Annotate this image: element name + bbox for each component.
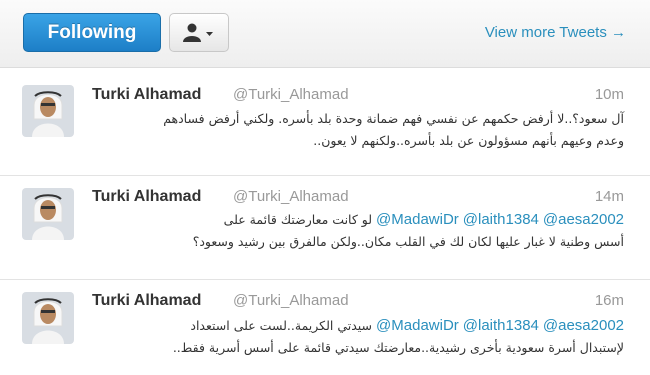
tweet-text-line: @MadawiDr @laith1384 @aesa2002 سيدتي الك… (94, 315, 624, 337)
mention-link[interactable]: @aesa2002 (543, 317, 624, 334)
tweet-timestamp[interactable]: 10m (595, 86, 624, 103)
tweet-text-segment: لو كانت معارضتك قائمة على (223, 212, 373, 227)
tweet-text-line: أسس وطنية لا غبار عليها لكان لك في القلب… (192, 234, 624, 249)
avatar[interactable] (22, 188, 74, 240)
profile-header-bar: Following View more Tweets → (0, 0, 650, 68)
tweet-author-name[interactable]: Turki Alhamad (92, 86, 201, 104)
mention-link[interactable]: @aesa2002 (543, 211, 624, 228)
tweet-author-handle[interactable]: @Turki_Alhamad (233, 292, 349, 309)
tweet-item[interactable]: Turki Alhamad @Turki_Alhamad 16m @Madawi… (0, 280, 650, 375)
tweet-author-name[interactable]: Turki Alhamad (92, 188, 201, 206)
avatar[interactable] (22, 85, 74, 137)
mention-link[interactable]: @MadawiDr (376, 211, 459, 228)
view-more-tweets-link[interactable]: View more Tweets → (485, 24, 626, 41)
tweet-text: @MadawiDr @laith1384 @aesa2002 لو كانت م… (94, 209, 624, 253)
tweet-text-line: آل سعود؟..لا أرفض حكمهم عن نفسي فهم ضمان… (163, 111, 624, 126)
tweet-text-segment: سيدتي الكريمة..لست على استعداد (190, 318, 373, 333)
tweet-item[interactable]: Turki Alhamad @Turki_Alhamad 10m آل سعود… (0, 68, 650, 176)
tweet-text: آل سعود؟..لا أرفض حكمهم عن نفسي فهم ضمان… (94, 108, 624, 152)
following-button[interactable]: Following (23, 13, 161, 52)
tweet-author-handle[interactable]: @Turki_Alhamad (233, 188, 349, 205)
tweet-item[interactable]: Turki Alhamad @Turki_Alhamad 14m @Madawi… (0, 176, 650, 280)
tweet-text-line: وعدم وعيهم بأنهم مسؤولون عن بلد بأسره..و… (313, 133, 624, 148)
mention-link[interactable]: @laith1384 (463, 317, 539, 334)
tweet-author-handle[interactable]: @Turki_Alhamad (233, 86, 349, 103)
person-dropdown-icon (183, 23, 213, 42)
avatar[interactable] (22, 292, 74, 344)
mention-link[interactable]: @MadawiDr (376, 317, 459, 334)
tweet-timestamp[interactable]: 14m (595, 188, 624, 205)
mention-link[interactable]: @laith1384 (463, 211, 539, 228)
tweet-text: @MadawiDr @laith1384 @aesa2002 سيدتي الك… (94, 315, 624, 359)
tweet-text-line: @MadawiDr @laith1384 @aesa2002 لو كانت م… (94, 209, 624, 231)
tweet-author-name[interactable]: Turki Alhamad (92, 292, 201, 310)
tweet-text-line: لإستبدال أسرة سعودية بأخرى رشيدية..معارض… (172, 340, 624, 355)
tweet-timestamp[interactable]: 16m (595, 292, 624, 309)
user-actions-dropdown[interactable] (169, 13, 229, 52)
